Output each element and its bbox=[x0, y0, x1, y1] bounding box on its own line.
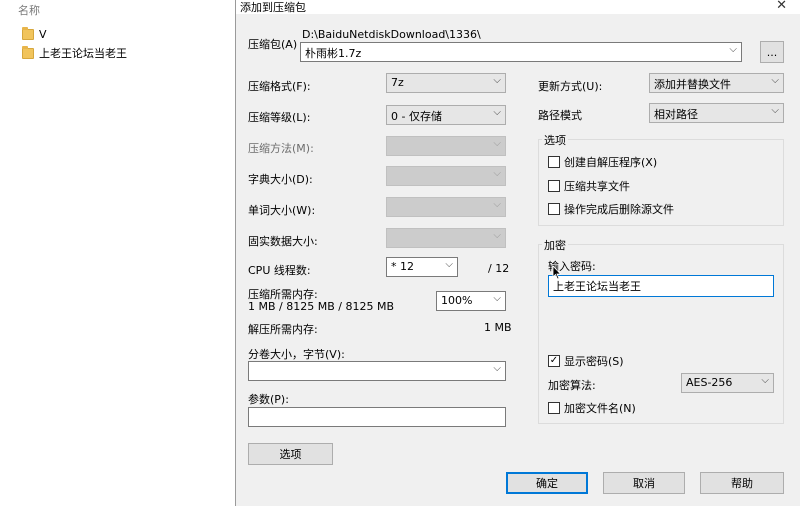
password-input[interactable]: 上老王论坛当老王 bbox=[548, 275, 774, 297]
options-button[interactable]: 选项 bbox=[248, 443, 333, 465]
volume-combo[interactable]: ⌵ bbox=[248, 361, 506, 381]
folder-icon bbox=[22, 26, 34, 40]
tree-item-label: V bbox=[39, 27, 47, 41]
dialog-title: 添加到压缩包 bbox=[240, 1, 306, 14]
level-select[interactable]: 0 - 仅存储 ⌵ bbox=[386, 105, 506, 125]
chevron-down-icon: ⌵ bbox=[493, 363, 501, 374]
update-label: 更新方式(U): bbox=[538, 80, 603, 93]
format-label: 压缩格式(F): bbox=[248, 80, 311, 93]
chevron-down-icon: ⌵ bbox=[493, 199, 501, 210]
cancel-button[interactable]: 取消 bbox=[603, 472, 685, 494]
level-value: 0 - 仅存储 bbox=[391, 110, 442, 123]
algo-label: 加密算法: bbox=[548, 379, 596, 392]
dict-label: 字典大小(D): bbox=[248, 173, 313, 186]
update-select[interactable]: 添加并替换文件 ⌵ bbox=[649, 73, 784, 93]
params-input[interactable] bbox=[248, 407, 506, 427]
checkbox-box bbox=[548, 180, 560, 192]
ok-button[interactable]: 确定 bbox=[506, 472, 588, 494]
sfx-label: 创建自解压程序(X) bbox=[564, 156, 658, 169]
encrypt-names-label: 加密文件名(N) bbox=[564, 402, 636, 415]
archive-name-value: 朴雨彬1.7z bbox=[305, 47, 362, 60]
folder-icon bbox=[22, 45, 34, 59]
params-label: 参数(P): bbox=[248, 393, 289, 406]
sfx-checkbox[interactable]: 创建自解压程序(X) bbox=[548, 154, 657, 170]
show-password-label: 显示密码(S) bbox=[564, 355, 624, 368]
update-value: 添加并替换文件 bbox=[654, 78, 731, 91]
archive-label: 压缩包(A) bbox=[248, 38, 298, 51]
mem-value: 1 MB / 8125 MB / 8125 MB bbox=[248, 300, 394, 313]
chevron-down-icon: ⌵ bbox=[493, 75, 501, 86]
mem-percent-select[interactable]: 100% ⌵ bbox=[436, 291, 506, 311]
checkbox-box: ✓ bbox=[548, 355, 560, 367]
decomp-value: 1 MB bbox=[484, 321, 512, 334]
method-select: ⌵ bbox=[386, 136, 506, 156]
chevron-down-icon: ⌵ bbox=[493, 230, 501, 241]
word-select: ⌵ bbox=[386, 197, 506, 217]
shared-files-label: 压缩共享文件 bbox=[564, 180, 630, 193]
archive-path: D:\BaiduNetdiskDownload\1336\ bbox=[302, 28, 481, 41]
archive-name-combo[interactable]: 朴雨彬1.7z ⌵ bbox=[300, 42, 742, 62]
show-password-checkbox[interactable]: ✓ 显示密码(S) bbox=[548, 353, 624, 369]
name-column-header[interactable]: 名称 bbox=[18, 2, 40, 18]
chevron-down-icon: ⌵ bbox=[493, 168, 501, 179]
browse-button[interactable]: ... bbox=[760, 41, 784, 63]
cpu-select[interactable]: * 12 ⌵ bbox=[386, 257, 458, 277]
dict-select: ⌵ bbox=[386, 166, 506, 186]
path-mode-value: 相对路径 bbox=[654, 108, 698, 121]
path-mode-label: 路径模式 bbox=[538, 109, 582, 122]
encrypt-names-checkbox[interactable]: 加密文件名(N) bbox=[548, 400, 636, 416]
format-value: 7z bbox=[391, 76, 404, 89]
chevron-down-icon: ⌵ bbox=[493, 138, 501, 149]
cpu-value: * 12 bbox=[391, 260, 414, 273]
chevron-down-icon: ⌵ bbox=[729, 44, 737, 55]
tree-item-v[interactable]: V bbox=[22, 26, 47, 42]
chevron-down-icon: ⌵ bbox=[771, 105, 779, 116]
help-button[interactable]: 帮助 bbox=[700, 472, 784, 494]
delete-after-checkbox[interactable]: 操作完成后删除源文件 bbox=[548, 201, 674, 217]
tree-item-label: 上老王论坛当老王 bbox=[39, 47, 127, 60]
checkbox-box bbox=[548, 402, 560, 414]
add-to-archive-dialog: 添加到压缩包 ✕ 压缩包(A) D:\BaiduNetdiskDownload\… bbox=[235, 0, 800, 506]
volume-label: 分卷大小，字节(V): bbox=[248, 348, 345, 361]
cpu-label: CPU 线程数: bbox=[248, 264, 311, 277]
solid-label: 固实数据大小: bbox=[248, 235, 318, 248]
decomp-label: 解压所需内存: bbox=[248, 323, 318, 336]
format-select[interactable]: 7z ⌵ bbox=[386, 73, 506, 93]
level-label: 压缩等级(L): bbox=[248, 111, 311, 124]
text-cursor-icon bbox=[552, 266, 561, 280]
chevron-down-icon: ⌵ bbox=[493, 107, 501, 118]
encryption-group-title: 加密 bbox=[542, 237, 568, 253]
method-label: 压缩方法(M): bbox=[248, 142, 314, 155]
mem-percent-value: 100% bbox=[441, 294, 473, 307]
delete-after-label: 操作完成后删除源文件 bbox=[564, 203, 674, 216]
chevron-down-icon: ⌵ bbox=[771, 75, 779, 86]
path-mode-select[interactable]: 相对路径 ⌵ bbox=[649, 103, 784, 123]
word-label: 单词大小(W): bbox=[248, 204, 316, 217]
file-explorer-pane: 名称 V 上老王论坛当老王 bbox=[0, 0, 236, 506]
solid-select: ⌵ bbox=[386, 228, 506, 248]
title-bar[interactable]: 添加到压缩包 ✕ bbox=[236, 0, 800, 14]
chevron-down-icon: ⌵ bbox=[445, 259, 453, 270]
algo-value: AES-256 bbox=[686, 376, 733, 389]
chevron-down-icon: ⌵ bbox=[761, 375, 769, 386]
chevron-down-icon: ⌵ bbox=[493, 293, 501, 304]
close-icon[interactable]: ✕ bbox=[776, 0, 787, 13]
checkbox-box bbox=[548, 203, 560, 215]
options-group-title: 选项 bbox=[542, 132, 568, 148]
cpu-total: / 12 bbox=[488, 262, 510, 275]
checkbox-box bbox=[548, 156, 560, 168]
shared-files-checkbox[interactable]: 压缩共享文件 bbox=[548, 178, 630, 194]
tree-item-folder[interactable]: 上老王论坛当老王 bbox=[22, 45, 127, 61]
algo-select[interactable]: AES-256 ⌵ bbox=[681, 373, 774, 393]
